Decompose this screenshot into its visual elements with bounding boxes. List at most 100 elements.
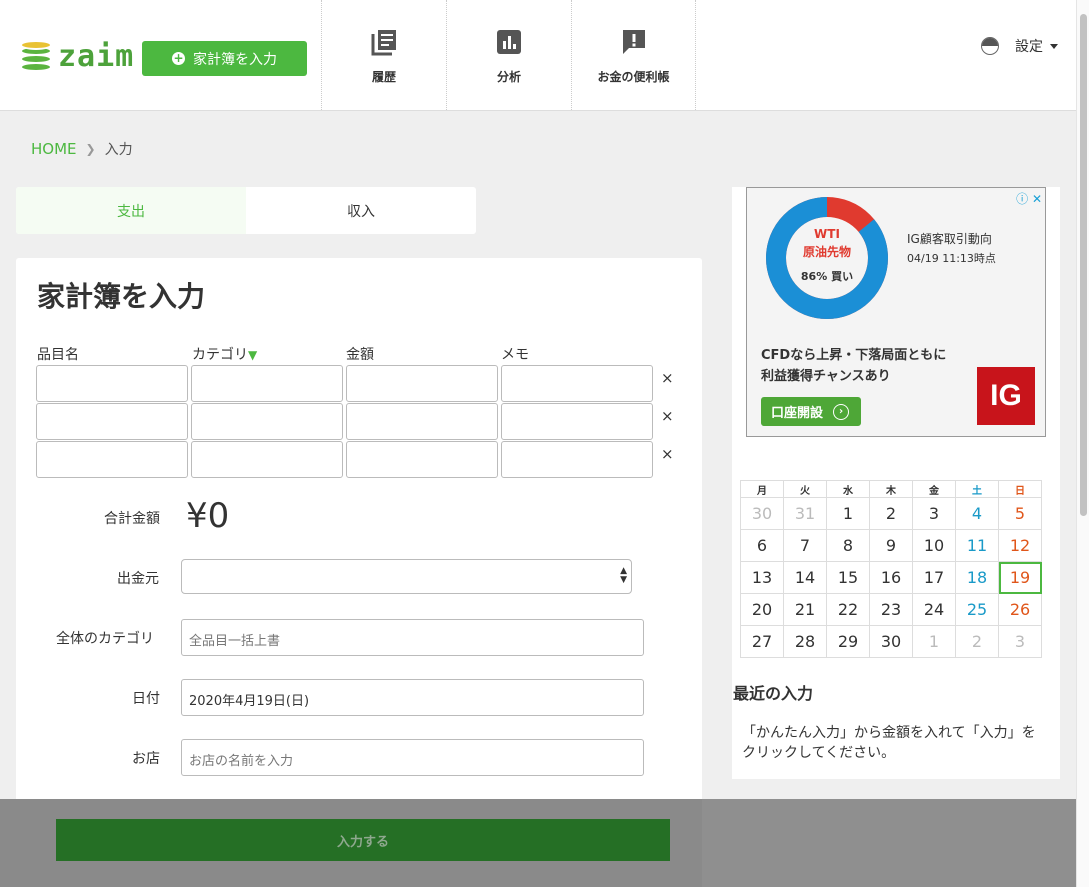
calendar-day[interactable]: 6	[740, 529, 784, 562]
calendar-day[interactable]: 2	[869, 497, 913, 530]
nav-history-label: 履歴	[371, 70, 396, 84]
amount-input[interactable]	[346, 403, 498, 440]
date-label: 日付	[132, 691, 160, 707]
total-value: ¥0	[186, 496, 230, 536]
calendar-day[interactable]: 20	[740, 593, 784, 626]
ad-choices-icon[interactable]: ⓘ ✕	[1016, 190, 1042, 207]
shop-label: お店	[132, 751, 160, 767]
tab-expense[interactable]: 支出	[16, 187, 246, 234]
overall-category-input[interactable]: 全品目一括上書	[181, 619, 644, 656]
calendar-day[interactable]: 2	[955, 625, 999, 658]
calendar-day[interactable]: 23	[869, 593, 913, 626]
nav-history[interactable]: 履歴	[321, 0, 446, 110]
nav-money-guide-label: お金の便利帳	[597, 70, 670, 84]
main-nav: 履歴 分析 お金の便利帳	[321, 0, 696, 110]
calendar-week: 20 21 22 23 24 25 26	[740, 593, 1042, 626]
date-input[interactable]: 2020年4月19日(日)	[181, 679, 644, 716]
calendar-weekday: 月	[740, 480, 784, 498]
submit-button[interactable]: 入力する	[56, 819, 670, 861]
nav-analysis[interactable]: 分析	[446, 0, 571, 110]
calendar-day[interactable]: 9	[869, 529, 913, 562]
zaim-logo[interactable]: zaim	[20, 39, 134, 74]
calendar-day[interactable]: 21	[783, 593, 827, 626]
category-input[interactable]	[191, 441, 343, 478]
calendar-day[interactable]: 5	[998, 497, 1042, 530]
calendar-day[interactable]: 26	[998, 593, 1042, 626]
amount-input[interactable]	[346, 365, 498, 402]
calendar-day[interactable]: 24	[912, 593, 956, 626]
calendar-day[interactable]: 8	[826, 529, 870, 562]
entry-form-card: 家計簿を入力 品目名 カテゴリ▼ 金額 メモ × × × 合計金額 ¥0 出金元…	[16, 258, 702, 818]
tab-income[interactable]: 収入	[246, 187, 476, 234]
ad-copy-line-2: 利益獲得チャンスあり	[761, 369, 891, 384]
calendar-day[interactable]: 31	[783, 497, 827, 530]
calendar-day[interactable]: 18	[955, 561, 999, 594]
amount-input[interactable]	[346, 441, 498, 478]
calendar-day[interactable]: 30	[869, 625, 913, 658]
scrollbar[interactable]	[1076, 0, 1089, 887]
breadcrumb-home-link[interactable]: HOME	[31, 140, 77, 158]
total-label: 合計金額	[104, 511, 160, 527]
donut-label-percent: 86% 買い	[801, 270, 853, 283]
calendar-day[interactable]: 12	[998, 529, 1042, 562]
scrollbar-thumb[interactable]	[1080, 14, 1087, 516]
item-name-input[interactable]	[36, 365, 188, 402]
calendar-day[interactable]: 11	[955, 529, 999, 562]
category-input[interactable]	[191, 365, 343, 402]
category-input[interactable]	[191, 403, 343, 440]
column-amount: 金額	[346, 347, 374, 363]
column-category[interactable]: カテゴリ▼	[192, 344, 257, 364]
open-account-label: 口座開設	[771, 406, 824, 421]
calendar-day[interactable]: 3	[998, 625, 1042, 658]
open-account-button[interactable]: 口座開設 ›	[761, 397, 861, 426]
calendar-day[interactable]: 30	[740, 497, 784, 530]
calendar-day[interactable]: 14	[783, 561, 827, 594]
shop-input[interactable]: お店の名前を入力	[181, 739, 644, 776]
book-icon	[371, 30, 396, 56]
nav-money-guide[interactable]: お金の便利帳	[571, 0, 696, 110]
item-name-input[interactable]	[36, 403, 188, 440]
calendar-weekday: 木	[869, 480, 913, 498]
remove-row-icon[interactable]: ×	[661, 445, 674, 463]
enter-household-book-button[interactable]: + 家計簿を入力	[142, 41, 307, 76]
memo-input[interactable]	[501, 365, 653, 402]
caret-down-icon	[1050, 43, 1058, 49]
triangle-down-icon: ▼	[248, 348, 258, 362]
top-header: zaim + 家計簿を入力 履歴 分析 お金の便利帳 設定	[0, 0, 1076, 111]
payment-source-select[interactable]: ▲ ▼	[181, 559, 632, 594]
calendar-day[interactable]: 25	[955, 593, 999, 626]
calendar-day[interactable]: 1	[826, 497, 870, 530]
alert-bubble-icon	[622, 30, 645, 54]
calendar-day[interactable]: 15	[826, 561, 870, 594]
remove-row-icon[interactable]: ×	[661, 369, 674, 387]
calendar-day[interactable]: 29	[826, 625, 870, 658]
calendar-day[interactable]: 19	[998, 561, 1042, 594]
memo-input[interactable]	[501, 403, 653, 440]
calendar-day[interactable]: 28	[783, 625, 827, 658]
settings-label: 設定	[1015, 39, 1043, 55]
calendar-day[interactable]: 1	[912, 625, 956, 658]
chevron-right-icon: ❯	[85, 142, 96, 156]
calendar-day[interactable]: 16	[869, 561, 913, 594]
column-item-name: 品目名	[37, 347, 79, 363]
ig-advertisement[interactable]: ⓘ ✕ WTI 原油先物 86% 買い IG顧客取引動向 04/19 11:13…	[746, 187, 1046, 437]
calendar-day[interactable]: 13	[740, 561, 784, 594]
calendar-week: 30 31 1 2 3 4 5	[740, 497, 1042, 530]
calendar-day[interactable]: 27	[740, 625, 784, 658]
item-name-input[interactable]	[36, 441, 188, 478]
calendar-day[interactable]: 3	[912, 497, 956, 530]
settings-menu[interactable]: 設定	[981, 36, 1058, 56]
donut-label-crude: 原油先物	[803, 244, 851, 259]
breadcrumb-current: 入力	[104, 142, 133, 158]
column-memo: メモ	[501, 347, 529, 363]
remove-row-icon[interactable]: ×	[661, 407, 674, 425]
calendar-day[interactable]: 7	[783, 529, 827, 562]
calendar-weekday: 金	[912, 480, 956, 498]
memo-input[interactable]	[501, 441, 653, 478]
calendar-day[interactable]: 10	[912, 529, 956, 562]
avatar	[981, 37, 999, 55]
calendar-day[interactable]: 22	[826, 593, 870, 626]
bar-chart-icon	[497, 30, 521, 54]
calendar-day[interactable]: 17	[912, 561, 956, 594]
calendar-day[interactable]: 4	[955, 497, 999, 530]
